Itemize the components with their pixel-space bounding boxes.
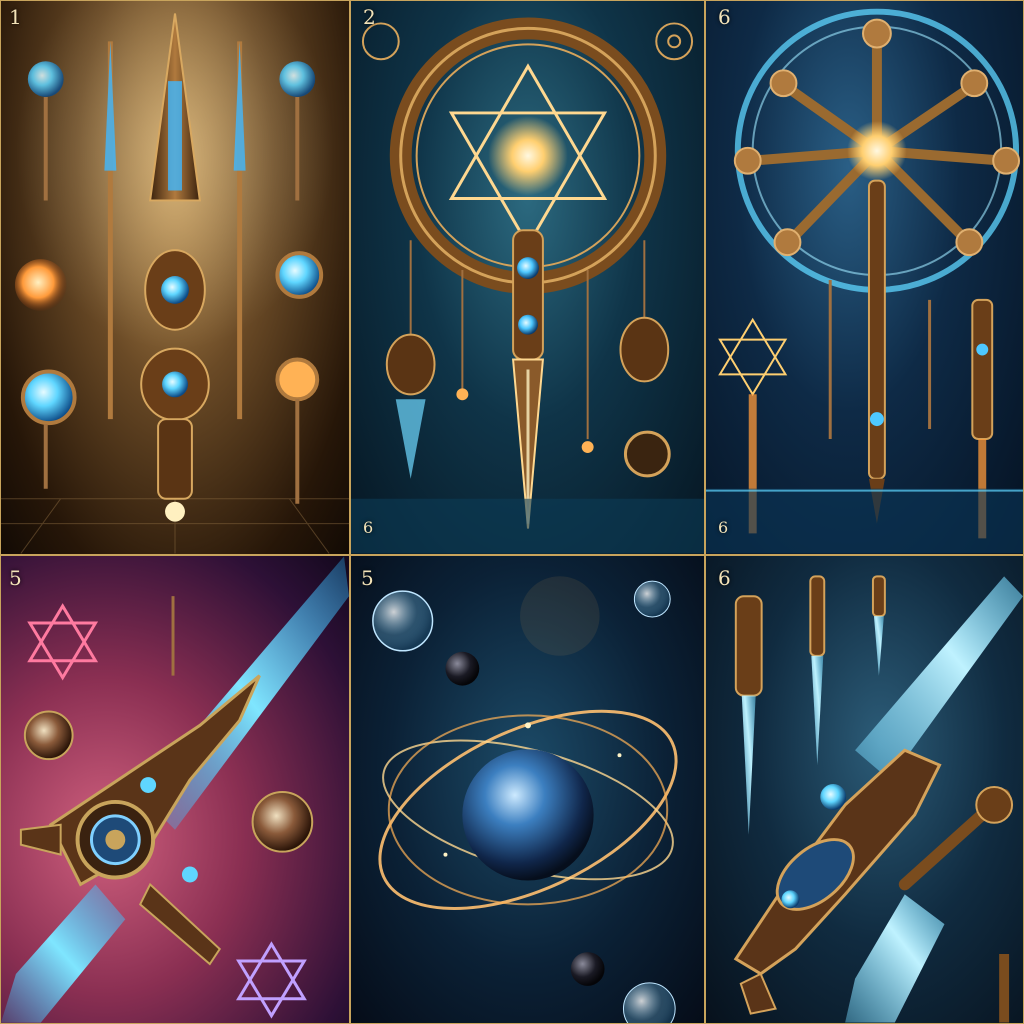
panel-2-hexagram-ring: 2 6 [350, 0, 705, 555]
panel-2-illustration [351, 17, 704, 554]
panel-4-energy-blade: 5 [0, 555, 350, 1024]
panel-3-corner-number: 6 [718, 518, 729, 537]
panel-1-dagger: 1 [0, 0, 350, 555]
panel-6-illustration [733, 575, 1023, 1023]
hilt-gem-lower [162, 371, 188, 398]
image-grid: 1 2 6 6 6 5 5 6 [0, 0, 1024, 1024]
panel-4-illustration [1, 556, 349, 1023]
panel-5-number: 5 [361, 566, 374, 590]
panel-6-ornate-daggers: 6 [705, 555, 1024, 1024]
panel-6-number: 6 [718, 566, 731, 590]
panel-2-corner-number: 6 [363, 518, 374, 537]
panel-5-illustration [372, 576, 678, 1023]
panel-4-number: 5 [9, 566, 22, 590]
panel-3-number: 6 [718, 5, 731, 29]
panel-3-illustration [706, 8, 1023, 554]
panel-3-star-staff: 6 6 [705, 0, 1024, 555]
panel-1-illustration [1, 1, 349, 554]
central-sphere [462, 749, 594, 881]
panel-2-number: 2 [363, 5, 376, 29]
hilt-gem-upper [161, 276, 189, 304]
panel-5-orbit-sphere: 5 [350, 555, 705, 1024]
panel-1-number: 1 [9, 5, 22, 29]
